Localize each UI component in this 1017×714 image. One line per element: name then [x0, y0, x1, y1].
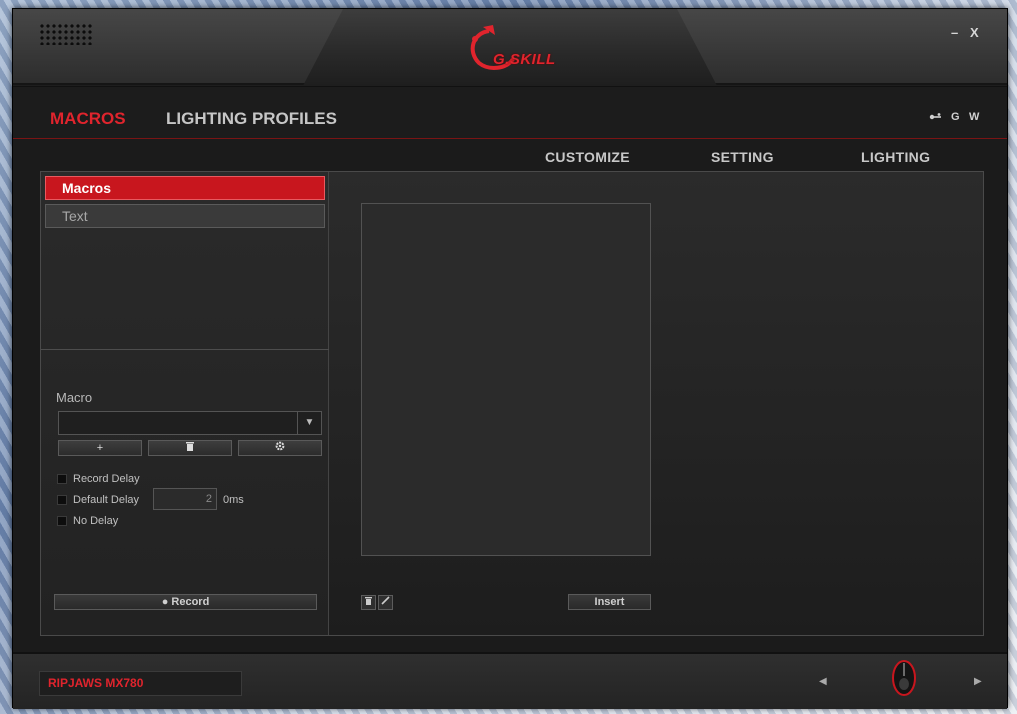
macro-settings-button[interactable] [238, 440, 322, 456]
macro-sidebar: Macros Text Macro ▼ + Record Delay Defau… [41, 172, 329, 635]
tab-setting[interactable]: SETTING [711, 149, 774, 165]
tab-macros[interactable]: MACROS [50, 109, 126, 129]
gskill-logo-icon [470, 25, 515, 70]
sidebar-divider [41, 349, 329, 350]
macro-section-label: Macro [56, 390, 93, 405]
sidebar-tab-text[interactable]: Text [45, 204, 325, 228]
macro-select[interactable]: ▼ [58, 411, 322, 435]
pencil-icon [381, 596, 390, 605]
next-device-arrow-icon[interactable]: ▶ [974, 676, 982, 687]
default-delay-label: Default Delay [73, 494, 140, 506]
title-bar: G.SKILL – X [13, 9, 1007, 87]
main-content-panel: Macros Text Macro ▼ + Record Delay Defau… [40, 171, 984, 636]
record-delay-label: Record Delay [73, 473, 140, 485]
titlebar-left-panel [13, 9, 343, 85]
device-name-label: RIPJAWS MX780 [39, 671, 242, 696]
social-g-icon[interactable]: G [951, 111, 960, 123]
no-delay-label: No Delay [73, 515, 119, 527]
chevron-down-icon[interactable]: ▼ [297, 412, 321, 434]
plus-icon: + [96, 442, 104, 454]
tab-customize[interactable]: CUSTOMIZE [545, 149, 630, 165]
default-delay-radio[interactable] [57, 495, 67, 506]
top-menu-bar: MACROS LIGHTING PROFILES G W [13, 87, 1007, 139]
share-icon[interactable] [929, 112, 942, 122]
record-delay-option: Record Delay [57, 473, 140, 487]
delay-unit-label: 0ms [223, 494, 244, 506]
delete-macro-button[interactable] [148, 440, 232, 456]
delete-event-button[interactable] [361, 595, 376, 610]
sidebar-tab-macros[interactable]: Macros [45, 176, 325, 200]
macro-event-list[interactable] [361, 203, 651, 556]
close-button[interactable]: X [970, 25, 979, 40]
no-delay-radio[interactable] [57, 516, 67, 527]
trash-icon [186, 442, 194, 451]
default-delay-input[interactable]: 2 [153, 488, 217, 510]
device-footer: RIPJAWS MX780 ◀ ▶ [13, 652, 1007, 709]
titlebar-right-panel [677, 9, 1007, 85]
add-macro-button[interactable]: + [58, 440, 142, 456]
app-window: G.SKILL – X MACROS LIGHTING PROFILES G W… [12, 8, 1008, 709]
tab-lighting-profiles[interactable]: LIGHTING PROFILES [166, 109, 337, 129]
record-delay-radio[interactable] [57, 474, 67, 485]
social-w-icon[interactable]: W [969, 111, 979, 123]
default-delay-option: Default Delay [57, 494, 139, 508]
edit-event-button[interactable] [378, 595, 393, 610]
record-button[interactable]: ● Record [54, 594, 317, 610]
tab-lighting[interactable]: LIGHTING [861, 149, 930, 165]
speaker-grille-icon [39, 23, 93, 45]
mouse-device-icon[interactable] [889, 658, 919, 698]
gear-icon [275, 441, 285, 451]
trash-icon [365, 597, 372, 605]
brand-logo-text: G.SKILL [493, 51, 556, 68]
insert-button[interactable]: Insert [568, 594, 651, 610]
minimize-button[interactable]: – [951, 25, 958, 40]
no-delay-option: No Delay [57, 515, 118, 529]
previous-device-arrow-icon[interactable]: ◀ [819, 676, 827, 687]
